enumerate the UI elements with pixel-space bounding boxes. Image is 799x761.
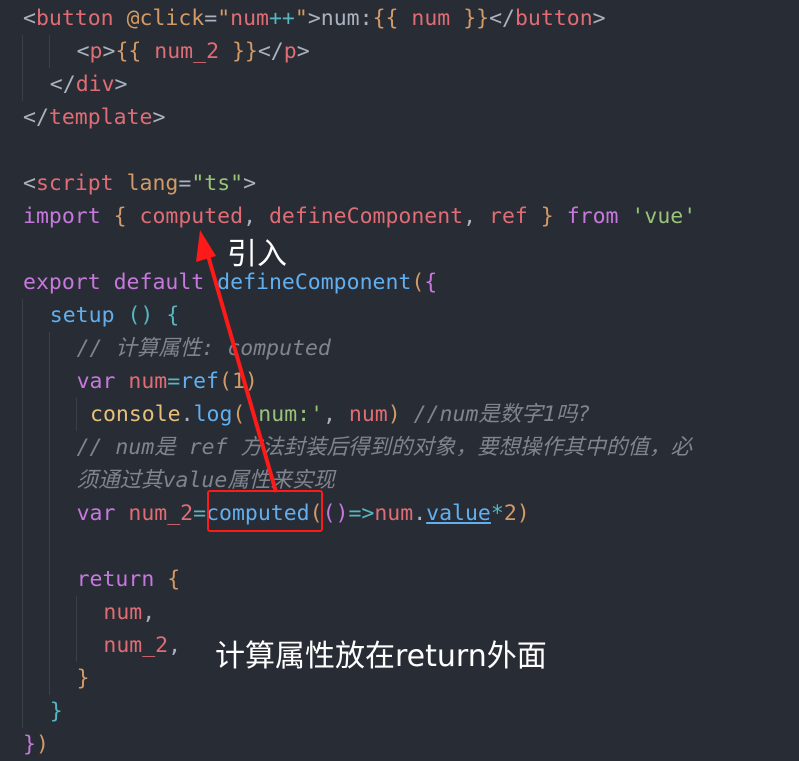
annotation-return: 计算属性放在return外面	[215, 639, 547, 674]
annotation-import: 引入	[227, 237, 287, 272]
arrow-shaft	[205, 251, 278, 493]
arrow-head	[196, 230, 216, 262]
